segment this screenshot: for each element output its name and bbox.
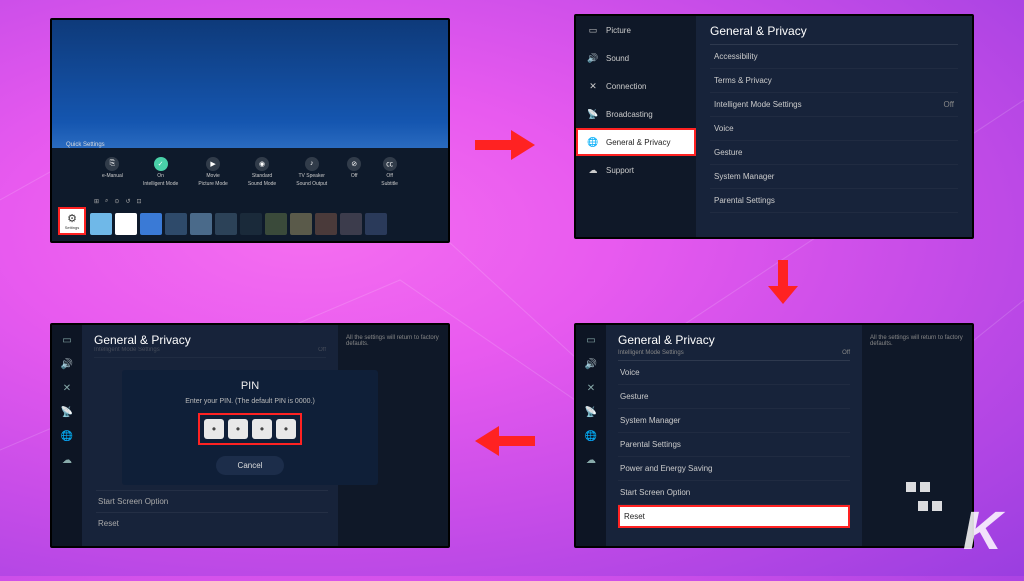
settings-panel: General & Privacy Accessibility Terms & …: [696, 16, 972, 237]
sidebar-item-sound[interactable]: 🔊Sound: [576, 44, 696, 72]
sidebar-rail: ▭ 🔊 ✕ 📡 🌐 ☁: [576, 325, 606, 546]
setting-row[interactable]: Reset: [96, 512, 328, 534]
setting-row[interactable]: Voice: [710, 117, 958, 141]
tv-step1-home: Quick Settings ⎘e-Manual ✓OnIntelligent …: [50, 18, 450, 243]
support-icon[interactable]: ☁: [60, 453, 74, 467]
qs-item[interactable]: ◉StandardSound Mode: [248, 157, 276, 187]
dialog-message: Enter your PIN. (The default PIN is 0000…: [132, 398, 368, 405]
picture-icon[interactable]: ▭: [60, 333, 74, 347]
sound-icon[interactable]: 🔊: [584, 357, 598, 371]
setting-row[interactable]: Intelligent Mode SettingsOff: [710, 93, 958, 117]
tv-step2-settings-menu: ▭Picture 🔊Sound ✕Connection 📡Broadcastin…: [574, 14, 974, 239]
panel-title: General & Privacy: [710, 24, 958, 45]
sidebar-item-broadcasting[interactable]: 📡Broadcasting: [576, 100, 696, 128]
globe-icon: 🌐: [586, 135, 600, 149]
reset-row[interactable]: Reset: [618, 505, 850, 528]
pin-dialog: PIN Enter your PIN. (The default PIN is …: [122, 370, 378, 485]
setting-row[interactable]: Start Screen Option: [618, 481, 850, 505]
qs-item[interactable]: ⎘e-Manual: [102, 157, 123, 187]
watermark-logo: K: [963, 500, 1002, 562]
sidebar-item-picture[interactable]: ▭Picture: [576, 16, 696, 44]
settings-sidebar: ▭Picture 🔊Sound ✕Connection 📡Broadcastin…: [576, 16, 696, 237]
pin-digit[interactable]: •: [276, 419, 296, 439]
arrow-left-icon: [475, 426, 535, 456]
setting-row[interactable]: Parental Settings: [710, 189, 958, 213]
background-rows: Start Screen Option Reset: [96, 490, 328, 534]
sidebar-rail: ▭ 🔊 ✕ 📡 🌐 ☁: [52, 325, 82, 546]
dialog-title: PIN: [132, 380, 368, 392]
sidebar-item-connection[interactable]: ✕Connection: [576, 72, 696, 100]
setting-row[interactable]: Terms & Privacy: [710, 69, 958, 93]
sound-icon[interactable]: 🔊: [60, 357, 74, 371]
pin-digit[interactable]: •: [204, 419, 224, 439]
quick-settings-row: ⎘e-Manual ✓OnIntelligent Mode ▶MoviePict…: [52, 153, 448, 191]
support-icon[interactable]: ☁: [584, 453, 598, 467]
setting-row[interactable]: Voice: [618, 361, 850, 385]
settings-button[interactable]: ⚙Settings: [58, 207, 86, 235]
subtitle-row[interactable]: Intelligent Mode SettingsOff: [618, 350, 850, 361]
qs-item[interactable]: ✓OnIntelligent Mode: [143, 157, 178, 187]
cancel-button[interactable]: Cancel: [216, 456, 285, 475]
setting-row[interactable]: Gesture: [710, 141, 958, 165]
logo-dots: [904, 480, 944, 518]
qs-item[interactable]: ㏄OffSubtitle: [381, 157, 398, 187]
settings-label: Settings: [65, 225, 79, 230]
settings-list: Accessibility Terms & Privacy Intelligen…: [710, 45, 958, 213]
globe-icon[interactable]: 🌐: [60, 429, 74, 443]
setting-row[interactable]: Start Screen Option: [96, 490, 328, 512]
pin-digit[interactable]: •: [228, 419, 248, 439]
tv-step4-pin-dialog: ▭ 🔊 ✕ 📡 🌐 ☁ General & Privacy Intelligen…: [50, 323, 450, 548]
support-icon: ☁: [586, 163, 600, 177]
setting-row[interactable]: Power and Energy Saving: [618, 457, 850, 481]
system-tray-icons: ⊞⌕⊙↺⊡: [94, 198, 142, 205]
setting-row[interactable]: System Manager: [618, 409, 850, 433]
broadcasting-icon[interactable]: 📡: [60, 405, 74, 419]
panel-title: General & Privacy: [94, 333, 326, 347]
arrow-down-icon: [768, 260, 798, 304]
gear-icon: ⚙: [67, 212, 77, 225]
globe-icon[interactable]: 🌐: [584, 429, 598, 443]
sidebar-item-general-privacy[interactable]: 🌐General & Privacy: [576, 128, 696, 156]
setting-row[interactable]: Parental Settings: [618, 433, 850, 457]
sidebar-item-support[interactable]: ☁Support: [576, 156, 696, 184]
picture-icon: ▭: [586, 23, 600, 37]
broadcasting-icon[interactable]: 📡: [584, 405, 598, 419]
tv1-wallpaper: [52, 20, 448, 148]
broadcasting-icon: 📡: [586, 107, 600, 121]
qs-item[interactable]: ▶MoviePicture Mode: [198, 157, 227, 187]
setting-row[interactable]: Accessibility: [710, 45, 958, 69]
connection-icon[interactable]: ✕: [584, 381, 598, 395]
setting-row[interactable]: System Manager: [710, 165, 958, 189]
connection-icon[interactable]: ✕: [60, 381, 74, 395]
arrow-right-icon: [475, 130, 535, 160]
subtitle-row: Intelligent Mode SettingsOff: [94, 347, 326, 358]
app-thumbnails[interactable]: [90, 213, 440, 235]
panel-title: General & Privacy: [618, 333, 850, 347]
pin-digit[interactable]: •: [252, 419, 272, 439]
sound-icon: 🔊: [586, 51, 600, 65]
pin-input-row: • • • •: [198, 413, 302, 445]
setting-row[interactable]: Gesture: [618, 385, 850, 409]
quick-settings-label: Quick Settings: [66, 142, 105, 148]
qs-item[interactable]: ♪TV SpeakerSound Output: [296, 157, 327, 187]
connection-icon: ✕: [586, 79, 600, 93]
qs-item[interactable]: ⊘Off: [347, 157, 361, 187]
picture-icon[interactable]: ▭: [584, 333, 598, 347]
